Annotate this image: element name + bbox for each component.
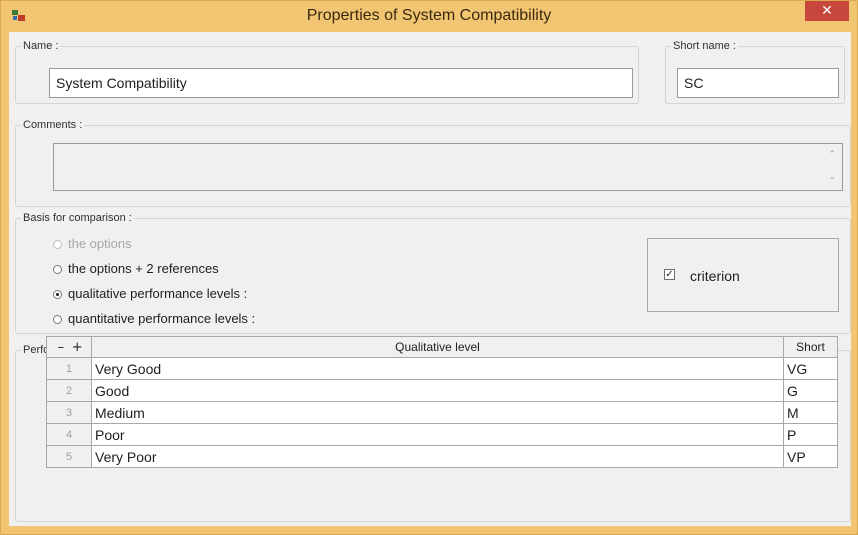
row-index: 4: [46, 423, 92, 446]
level-cell[interactable]: Very Poor: [91, 445, 784, 468]
level-cell[interactable]: Good: [91, 379, 784, 402]
criterion-checkbox[interactable]: ✓: [664, 269, 675, 280]
table-row[interactable]: 2 Good G: [46, 379, 838, 402]
radio-label: quantitative performance levels :: [68, 311, 256, 326]
level-cell[interactable]: Very Good: [91, 357, 784, 380]
row-index: 3: [46, 401, 92, 424]
row-index: 2: [46, 379, 92, 402]
radio-button[interactable]: [53, 315, 62, 324]
name-legend: Name :: [23, 40, 59, 52]
table-row[interactable]: 1 Very Good VG: [46, 357, 838, 380]
table-row[interactable]: 5 Very Poor VP: [46, 445, 838, 468]
level-cell[interactable]: Poor: [91, 423, 784, 446]
levels-table: – + Qualitative level Short 1 Very Good …: [46, 336, 838, 468]
level-cell[interactable]: Medium: [91, 401, 784, 424]
short-cell[interactable]: G: [783, 379, 838, 402]
short-cell[interactable]: P: [783, 423, 838, 446]
radio-label: the options + 2 references: [68, 261, 219, 276]
comments-legend: Comments :: [23, 119, 83, 131]
basis-legend: Basis for comparison :: [23, 212, 132, 224]
add-level-button[interactable]: +: [71, 340, 84, 355]
short-cell[interactable]: M: [783, 401, 838, 424]
short-name-input[interactable]: SC: [677, 68, 839, 98]
add-remove-header: – +: [46, 336, 92, 358]
short-header[interactable]: Short: [783, 336, 838, 358]
table-row[interactable]: 4 Poor P: [46, 423, 838, 446]
levels-header-row: – + Qualitative level Short: [46, 336, 838, 358]
title-bar[interactable]: Properties of System Compatibility ✕: [1, 1, 857, 31]
row-index: 1: [46, 357, 92, 380]
short-cell[interactable]: VP: [783, 445, 838, 468]
row-index: 5: [46, 445, 92, 468]
radio-qualitative-levels[interactable]: qualitative performance levels :: [53, 286, 247, 301]
close-button[interactable]: ✕: [805, 1, 849, 21]
radio-options-plus-references[interactable]: the options + 2 references: [53, 261, 219, 276]
radio-button[interactable]: [53, 240, 62, 249]
short-cell[interactable]: VG: [783, 357, 838, 380]
radio-the-options[interactable]: the options: [53, 236, 132, 251]
table-row[interactable]: 3 Medium M: [46, 401, 838, 424]
remove-level-button[interactable]: –: [54, 340, 67, 355]
criterion-panel: ✓ criterion: [647, 238, 839, 312]
qualitative-level-header[interactable]: Qualitative level: [91, 336, 784, 358]
short-name-legend: Short name :: [673, 40, 736, 52]
radio-button[interactable]: [53, 265, 62, 274]
radio-label: the options: [68, 236, 132, 251]
window-title: Properties of System Compatibility: [306, 7, 552, 24]
scroll-up-icon[interactable]: ⌃: [828, 150, 836, 160]
radio-quantitative-levels[interactable]: quantitative performance levels :: [53, 311, 255, 326]
name-input[interactable]: System Compatibility: [49, 68, 633, 98]
scroll-down-icon[interactable]: ⌄: [828, 172, 836, 182]
comments-textarea[interactable]: ⌃ ⌄: [53, 143, 843, 191]
radio-label: qualitative performance levels :: [68, 286, 248, 301]
criterion-label: criterion: [690, 268, 740, 284]
radio-button[interactable]: [53, 290, 62, 299]
dialog-window: Properties of System Compatibility ✕ Nam…: [0, 0, 858, 535]
